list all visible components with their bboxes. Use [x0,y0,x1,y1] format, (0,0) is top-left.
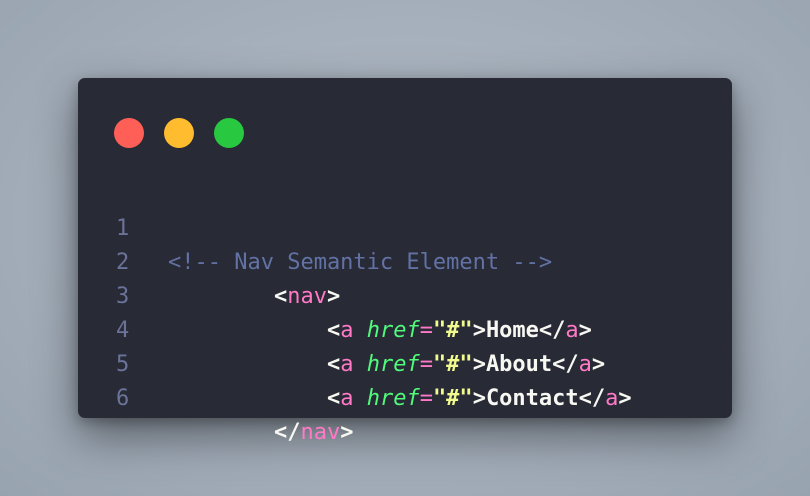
maximize-window-dot-icon[interactable] [214,118,244,148]
end-tag-close-bracket: > [618,386,632,411]
code-line-6: 6 </nav> [78,348,732,445]
line-number: 6 [116,386,130,411]
code-block: 1 <!-- Nav Semantic Element --> 2 <nav> … [78,178,732,445]
tag-name: a [340,386,354,411]
attribute-equals: = [419,386,433,411]
attribute-value: "#" [432,386,473,411]
code-line-2: 2 <nav> [78,212,732,309]
close-window-dot-icon[interactable] [114,118,144,148]
code-line-4: 4 <a href="#">About</a> [78,280,732,377]
tag-close-bracket: > [340,420,354,445]
attribute-name: href [366,386,420,411]
tag-open-bracket: < [326,386,341,411]
tag-close-bracket: > [472,386,486,411]
end-tag-name: a [605,386,619,411]
end-tag-open-bracket: </ [578,386,606,411]
minimize-window-dot-icon[interactable] [164,118,194,148]
link-text: Contact [485,386,579,411]
code-line-1: 1 <!-- Nav Semantic Element --> [78,178,732,275]
code-line-3: 3 <a href="#">Home</a> [78,246,732,343]
code-line-5: 5 <a href="#">Contact</a> [78,314,732,411]
tag-open-bracket: </ [273,420,301,445]
code-window: 1 <!-- Nav Semantic Element --> 2 <nav> … [78,78,732,445]
tag-name: nav [300,420,341,445]
